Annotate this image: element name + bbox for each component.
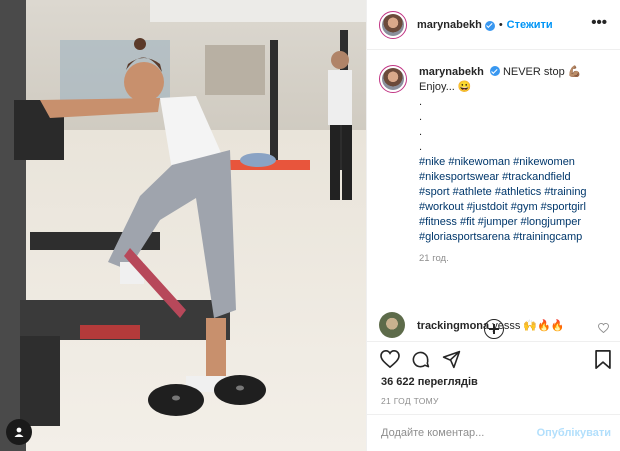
more-horizontal-icon[interactable]: •••: [591, 14, 607, 31]
caption-avatar[interactable]: [379, 65, 407, 93]
comment-input[interactable]: [381, 427, 537, 439]
header-username[interactable]: marynabekh: [417, 19, 482, 31]
caption-time: 21 год.: [419, 253, 449, 264]
bookmark-icon[interactable]: [595, 350, 611, 374]
add-comment-bar: Опублікувати: [367, 414, 620, 451]
caption-dot: .: [419, 96, 423, 108]
comment-body: trackingmona yesss 🙌🔥🔥: [417, 319, 564, 332]
comment-avatar[interactable]: [379, 312, 405, 338]
caption-hashtags[interactable]: #nike #nikewoman #nikewomen #nikesportsw…: [419, 155, 599, 245]
verified-badge-icon: [489, 66, 500, 76]
caption-username[interactable]: marynabekh: [419, 66, 484, 78]
header-separator: •: [498, 18, 503, 31]
comment-username[interactable]: trackingmona: [417, 320, 489, 332]
view-count[interactable]: 36 622 переглядів: [381, 376, 478, 388]
publish-button[interactable]: Опублікувати: [537, 427, 611, 439]
post-side-panel: marynabekh • Стежити ••• marynabekh NEVE…: [366, 0, 620, 451]
caption-dot: .: [419, 141, 423, 153]
comments-area: marynabekh NEVER stop 💪🏽 Enjoy... 😀 . . …: [367, 51, 620, 341]
action-bar: [367, 341, 620, 379]
comment-text: yesss 🙌🔥🔥: [492, 319, 565, 332]
share-icon[interactable]: [442, 350, 461, 374]
caption-body: marynabekh NEVER stop 💪🏽 Enjoy... 😀 . . …: [419, 65, 599, 266]
comment-item: trackingmona yesss 🙌🔥🔥: [379, 312, 611, 338]
caption-dot: .: [419, 126, 423, 138]
verified-badge-icon: [484, 20, 495, 31]
post-timestamp[interactable]: 21 ГОД ТОМУ: [381, 396, 439, 406]
comment-icon[interactable]: [411, 350, 430, 374]
user-tag-icon[interactable]: [6, 419, 32, 445]
follow-button[interactable]: Стежити: [507, 19, 553, 31]
heart-icon[interactable]: [598, 320, 609, 338]
caption-dot: .: [419, 111, 423, 123]
post-media[interactable]: [0, 0, 366, 451]
post-header: marynabekh • Стежити •••: [367, 0, 620, 50]
caption: marynabekh NEVER stop 💪🏽 Enjoy... 😀 . . …: [379, 65, 609, 266]
gym-photo: [0, 0, 366, 451]
avatar[interactable]: [379, 10, 407, 39]
heart-icon[interactable]: [380, 349, 400, 373]
